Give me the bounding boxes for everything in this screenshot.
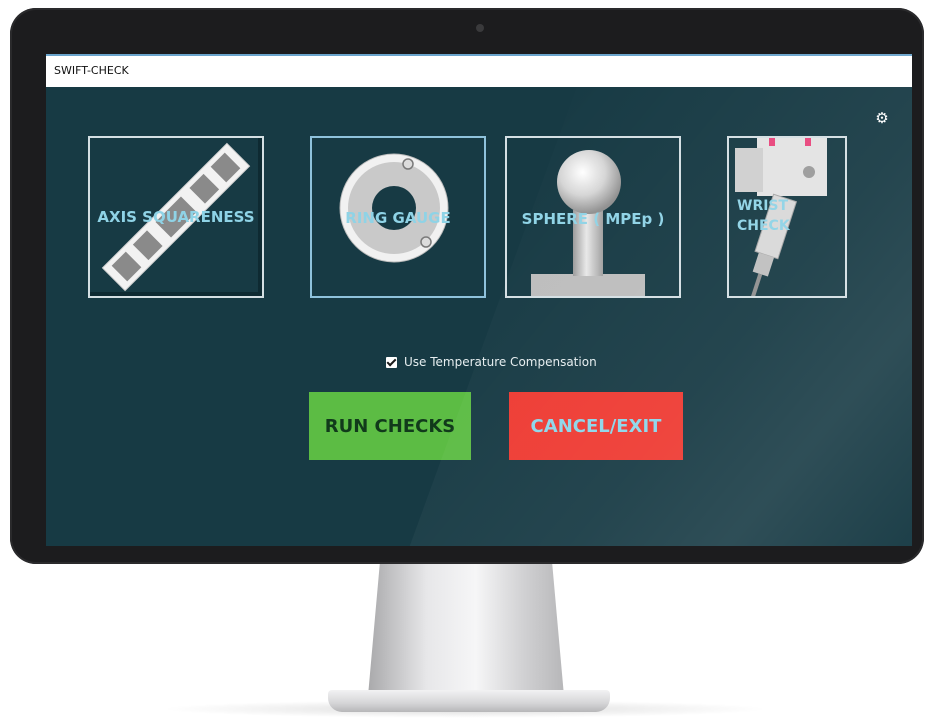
webcam [476, 24, 484, 32]
tile-label: WRIST CHECK [737, 196, 845, 236]
tile-label: AXIS SQUARENESS [97, 208, 255, 226]
monitor-stand-neck [368, 564, 564, 696]
app-screen: SWIFT-CHECK ⚙ AXIS SQUARENESS RING GAUGE… [46, 54, 912, 546]
tile-wrist-check[interactable]: WRIST CHECK [727, 136, 847, 298]
cancel-exit-button[interactable]: CANCEL/EXIT [509, 392, 683, 460]
tile-axis-squareness[interactable]: AXIS SQUARENESS [88, 136, 264, 298]
tile-label: SPHERE ( MPEp ) [521, 210, 665, 228]
tile-label-line: WRIST [737, 198, 789, 214]
monitor: SWIFT-CHECK ⚙ AXIS SQUARENESS RING GAUGE… [0, 0, 935, 720]
gear-icon[interactable]: ⚙ [874, 110, 890, 126]
screen-glare [348, 54, 912, 546]
tile-ring-gauge[interactable]: RING GAUGE [310, 136, 486, 298]
window-titlebar: SWIFT-CHECK [46, 54, 912, 87]
run-checks-button[interactable]: RUN CHECKS [309, 392, 471, 460]
tile-label: RING GAUGE [345, 209, 451, 227]
temperature-compensation-option[interactable]: Use Temperature Compensation [386, 354, 597, 370]
temperature-compensation-checkbox[interactable] [386, 356, 397, 368]
monitor-bezel: SWIFT-CHECK ⚙ AXIS SQUARENESS RING GAUGE… [10, 8, 924, 564]
monitor-stand-base [328, 690, 610, 712]
temperature-compensation-label: Use Temperature Compensation [404, 355, 597, 369]
window-title: SWIFT-CHECK [54, 64, 129, 77]
tile-sphere-mpep[interactable]: SPHERE ( MPEp ) [505, 136, 681, 298]
tile-label-line: CHECK [737, 218, 790, 234]
